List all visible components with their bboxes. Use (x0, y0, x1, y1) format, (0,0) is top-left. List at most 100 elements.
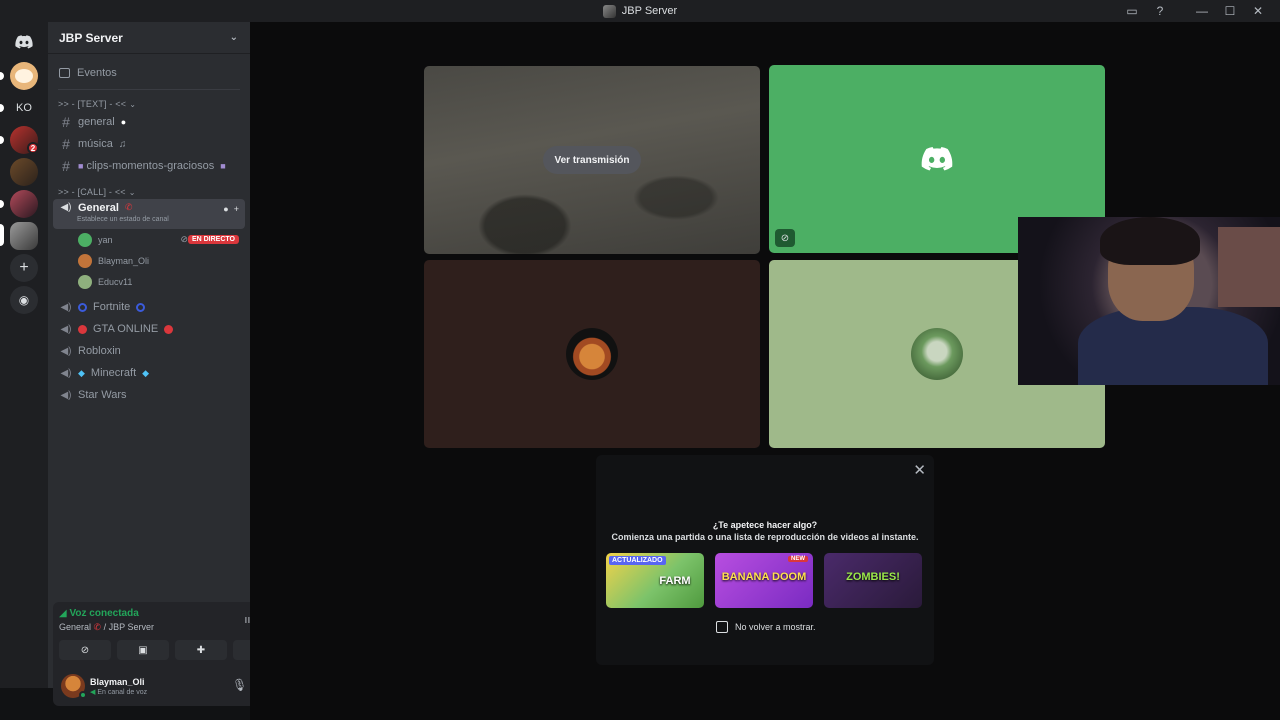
voice-user-yan[interactable]: yan ⊘ EN DIRECTO (48, 229, 250, 250)
diamond-icon: ◆ (78, 367, 85, 378)
close-window-button[interactable]: ✕ (1244, 0, 1272, 22)
events-item[interactable]: Eventos (48, 60, 250, 86)
chevron-down-icon: ⌄ (129, 99, 137, 109)
watch-stream-button[interactable]: Ver transmisión (543, 146, 641, 174)
microphone-icon[interactable]: 🎙︎ (232, 678, 247, 692)
stream-tile[interactable]: Ver transmisión (424, 66, 760, 254)
channel-musica[interactable]: # música ♫ (53, 133, 245, 155)
avatar (566, 328, 618, 380)
activity-button[interactable]: ✚ (175, 640, 227, 660)
speaker-icon: ◀) (60, 389, 72, 401)
signal-icon: ◢ (59, 608, 67, 619)
server-list: KO 2 + ◉ (0, 22, 48, 688)
guild-ko[interactable]: KO (10, 94, 38, 122)
activity-subtitle: Comienza una partida o una lista de repr… (611, 532, 919, 542)
activity-suggestion-popup: ✕ ¿Te apetece hacer algo? Comienza una p… (596, 455, 934, 665)
guild-horse[interactable] (10, 158, 38, 186)
activity-card-banana[interactable]: NEW BANANA DOOM (715, 553, 813, 608)
live-badge: EN DIRECTO (187, 235, 239, 244)
camera-off-icon: ⊘ (775, 229, 795, 247)
voice-channel-robloxin[interactable]: ◀) Robloxin (53, 340, 245, 362)
camera-off-button[interactable]: ⊘ (59, 640, 111, 660)
blue-circle-icon (78, 302, 87, 312)
camera-overlay[interactable] (1018, 217, 1280, 385)
phone-icon: ✆ (93, 622, 102, 632)
voice-channel-general[interactable]: ◀) General ✆ Establece un estado de cana… (53, 199, 245, 229)
avatar (78, 253, 92, 268)
voice-connected-label: ◢ Voz conectada (59, 608, 139, 619)
voice-user-blayman[interactable]: Blayman_Oli (48, 250, 250, 271)
guild-jbp[interactable] (10, 222, 38, 250)
activity-card-zombies[interactable]: ZOMBIES! (824, 553, 922, 608)
user-status: ◀ En canal de voz (90, 689, 148, 696)
category-call[interactable]: >> - [CALL] - << ⌄ (48, 185, 250, 199)
diamond-icon: ◆ (142, 367, 150, 378)
discord-home-button[interactable] (10, 28, 38, 56)
blue-circle-icon (136, 302, 146, 312)
speaker-icon: ◀) (60, 301, 72, 313)
screen-share-button[interactable]: ▣ (117, 640, 169, 660)
minimize-button[interactable]: — (1188, 0, 1216, 22)
discord-icon (15, 35, 33, 49)
speaker-icon: ◀) (60, 202, 72, 213)
avatar (911, 328, 963, 380)
participant-tile-blayman[interactable] (424, 260, 760, 448)
server-icon (602, 4, 616, 18)
username[interactable]: Blayman_Oli (90, 677, 145, 687)
chevron-down-icon: ⌄ (229, 32, 238, 43)
add-member-icon[interactable]: + (234, 204, 239, 214)
inbox-icon[interactable]: ▭ (1118, 0, 1146, 22)
camera-off-icon: ⊘ (180, 234, 188, 244)
guild-bear[interactable] (10, 62, 38, 90)
voice-user-educv[interactable]: Educv11 (48, 271, 250, 292)
window-controls: ▭ ? — ☐ ✕ (1118, 0, 1272, 22)
chevron-down-icon: ⌄ (128, 187, 136, 197)
voice-channel-starwars[interactable]: ◀) Star Wars (53, 384, 245, 406)
close-icon[interactable]: ✕ (913, 461, 926, 479)
channel-sidebar: JBP Server ⌄ Eventos >> - [TEXT] - << ⌄ … (48, 22, 293, 706)
category-text[interactable]: >> - [TEXT] - << ⌄ (48, 97, 250, 111)
voice-channel-gta[interactable]: ◀) GTA ONLINE (53, 318, 245, 340)
explore-icon[interactable]: ◉ (10, 286, 38, 314)
red-circle-icon (164, 324, 174, 334)
server-name: JBP Server (59, 30, 123, 45)
checkbox[interactable] (716, 621, 728, 633)
channel-status[interactable]: Establece un estado de canal (77, 216, 169, 223)
notification-badge: 2 (27, 142, 39, 154)
online-status-icon (79, 691, 87, 699)
clapper-icon: ■ (78, 161, 84, 171)
channel-general[interactable]: # general ● (53, 111, 245, 133)
window-title: JBP Server (621, 5, 678, 17)
title-bar: JBP Server ▭ ? — ☐ ✕ (0, 0, 1280, 22)
updated-badge: ACTUALIZADO (609, 556, 666, 565)
maximize-button[interactable]: ☐ (1216, 0, 1244, 22)
screen-share-icon: ▣ (138, 644, 148, 656)
text-channel-icon: # (62, 114, 70, 130)
discord-icon (921, 147, 953, 171)
dont-show-again[interactable]: No volver a mostrar. (716, 621, 816, 633)
gamepad-icon: ✚ (196, 644, 206, 656)
text-channel-icon: # (62, 136, 70, 152)
server-header[interactable]: JBP Server ⌄ (48, 22, 250, 54)
voice-location[interactable]: General ✆ / JBP Server (59, 622, 154, 633)
red-circle-icon (78, 324, 87, 334)
guild-anime[interactable] (10, 190, 38, 218)
voice-channel-fortnite[interactable]: ◀) Fortnite (53, 296, 245, 318)
activity-card-farm[interactable]: ACTUALIZADO FARM (606, 553, 704, 608)
speaker-icon: ◀) (60, 323, 72, 335)
chat-icon[interactable]: ● (223, 204, 228, 214)
new-badge: NEW (788, 556, 808, 562)
help-icon[interactable]: ? (1146, 0, 1174, 22)
music-note-icon: ♫ (118, 138, 127, 150)
voice-channel-minecraft[interactable]: ◀) ◆ Minecraft ◆ (53, 362, 245, 384)
activity-cards: ACTUALIZADO FARM NEW BANANA DOOM ZOMBIES… (606, 553, 922, 608)
avatar (78, 232, 92, 247)
phone-icon: ✆ (124, 202, 133, 212)
add-server-icon[interactable]: + (10, 254, 38, 282)
film-icon: ■ (220, 161, 226, 171)
channel-clips[interactable]: # ■ clips-momentos-graciosos ■ (53, 155, 245, 177)
speech-bubble-icon: ● (120, 117, 127, 127)
text-channel-icon: # (62, 158, 70, 174)
speaker-icon: ◀) (60, 345, 72, 357)
bear-avatar-icon (15, 69, 33, 83)
